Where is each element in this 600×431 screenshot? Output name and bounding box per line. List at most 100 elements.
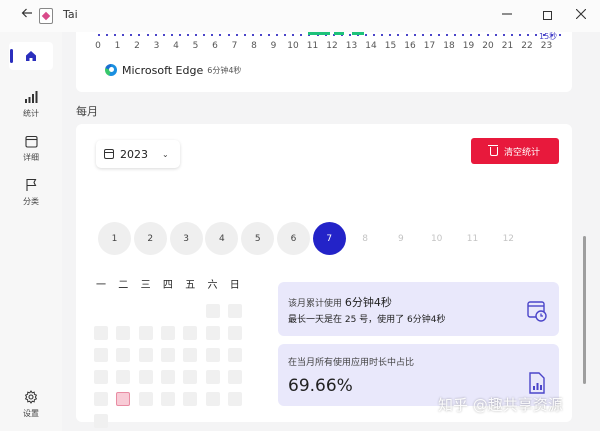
grid-dot xyxy=(227,34,230,36)
back-button[interactable] xyxy=(18,7,36,25)
grid-dot xyxy=(284,34,287,36)
calendar-day-cell[interactable] xyxy=(183,392,198,406)
grid-dot xyxy=(178,34,181,36)
calendar-day-cell[interactable] xyxy=(94,348,108,362)
calendar-day-cell[interactable] xyxy=(160,370,175,384)
calendar-day-cell[interactable] xyxy=(227,304,242,318)
trash-icon xyxy=(487,144,498,156)
calendar-day-cell[interactable] xyxy=(205,326,220,340)
ratio-value: 69.66% xyxy=(288,376,353,396)
month-button-10[interactable]: 10 xyxy=(420,222,453,255)
grid-dot xyxy=(243,34,246,36)
calendar-day-cell[interactable] xyxy=(138,326,153,340)
title-bar: Tai xyxy=(0,0,600,32)
sidebar-item-detail[interactable]: 详细 xyxy=(0,132,62,163)
month-button-12[interactable]: 12 xyxy=(492,222,525,255)
calendar-day-cell[interactable] xyxy=(183,370,198,384)
app-item[interactable]: Microsoft Edge 6分钟4秒 xyxy=(105,63,241,77)
calendar-day-cell[interactable] xyxy=(160,326,175,340)
month-button-5[interactable]: 5 xyxy=(241,222,275,255)
month-button-1[interactable]: 1 xyxy=(98,222,131,255)
edge-browser-icon xyxy=(105,64,117,76)
calendar-day-cell[interactable] xyxy=(94,392,108,406)
month-button-7[interactable]: 7 xyxy=(312,222,346,255)
sidebar-item-category[interactable]: 分类 xyxy=(0,176,62,207)
hour-tick-label: 9 xyxy=(270,41,277,51)
grid-dot xyxy=(446,34,449,36)
monthly-total: 该月累计使用 6分钟4秒 xyxy=(288,294,392,310)
grid-dot xyxy=(454,34,457,36)
calendar-day-cell[interactable] xyxy=(138,392,153,406)
window-title: Tai xyxy=(63,8,78,21)
hour-tick-label: 7 xyxy=(231,41,238,51)
calendar-day-cell[interactable] xyxy=(227,326,242,340)
calendar-day-cell[interactable] xyxy=(205,304,220,318)
calendar-day-cell[interactable] xyxy=(94,370,108,384)
grid-dot xyxy=(154,34,157,36)
month-button-6[interactable]: 6 xyxy=(277,222,310,255)
year-dropdown[interactable]: 2023 ⌄ xyxy=(96,140,180,168)
hour-tick-label: 2 xyxy=(134,41,140,51)
grid-dot xyxy=(478,34,481,36)
grid-dot xyxy=(98,34,100,36)
calendar-day-cell[interactable] xyxy=(94,414,108,428)
monthly-total-value: 6分钟4秒 xyxy=(344,296,392,309)
grid-dot xyxy=(106,34,109,36)
calendar-day-cell[interactable] xyxy=(116,370,131,384)
calendar-day-cell[interactable] xyxy=(116,348,131,362)
month-button-11[interactable]: 11 xyxy=(456,222,489,255)
app-logo-icon xyxy=(39,8,53,24)
sidebar-item-home[interactable] xyxy=(0,42,62,70)
grid-dot xyxy=(494,34,497,36)
section-title: 每月 xyxy=(76,105,98,118)
hourly-chart-card: 15秒 0 1 2 3 4 5 6 7 8 9 10 11 12 13 14 15 16 17 18 19 20 21 22… xyxy=(76,32,572,92)
grid-dot xyxy=(373,34,376,36)
grid-dot xyxy=(486,34,489,36)
hour-tick-label: 17 xyxy=(423,41,436,51)
sidebar-item-label: 分类 xyxy=(23,197,39,206)
hour-tick-label: 12 xyxy=(326,41,338,51)
grid-dot xyxy=(518,34,521,36)
calendar-day-cell[interactable] xyxy=(183,326,198,340)
clear-stats-button[interactable]: 清空统计 xyxy=(471,138,559,164)
weekday-label: 二 xyxy=(118,280,129,291)
month-selector: 1 2 3 4 5 6 7 8 9 10 11 12 xyxy=(98,222,558,256)
month-button-8[interactable]: 8 xyxy=(349,222,382,255)
hour-tick-label: 15 xyxy=(384,41,397,51)
maximize-icon xyxy=(542,11,552,20)
calendar-day-cell[interactable] xyxy=(227,370,242,384)
hourly-usage-bar xyxy=(308,32,330,35)
grid-dot xyxy=(138,34,141,36)
flag-icon xyxy=(25,178,36,191)
calendar-day-cell[interactable] xyxy=(183,348,198,362)
month-button-9[interactable]: 9 xyxy=(384,222,417,255)
grid-dot xyxy=(397,34,400,36)
calendar-day-cell[interactable] xyxy=(205,392,220,406)
calendar-day-cell[interactable] xyxy=(205,348,220,362)
calendar-day-cell[interactable] xyxy=(160,392,175,406)
monthly-total-card: 该月累计使用 6分钟4秒 最长一天是在 25 号，使用了 6分钟4秒 xyxy=(278,282,559,336)
longest-day-text: 最长一天是在 25 号，使用了 6分钟4秒 xyxy=(288,315,446,325)
calendar-day-cell[interactable] xyxy=(138,348,153,362)
close-button[interactable] xyxy=(558,0,600,30)
grid-dot xyxy=(203,34,206,36)
calendar-day-cell[interactable] xyxy=(227,392,242,406)
month-button-2[interactable]: 2 xyxy=(133,222,167,255)
sidebar-item-settings[interactable]: 设置 xyxy=(0,388,62,419)
month-button-3[interactable]: 3 xyxy=(169,222,203,255)
calendar-icon xyxy=(104,149,114,159)
sidebar-item-stats[interactable]: 统计 xyxy=(0,88,62,119)
calendar-day-cell[interactable] xyxy=(116,392,131,406)
hour-tick-label: 19 xyxy=(462,41,475,51)
calendar-day-cell[interactable] xyxy=(160,348,175,362)
calendar-day-cell[interactable] xyxy=(227,348,242,362)
month-button-4[interactable]: 4 xyxy=(205,222,239,255)
calendar-day-cell[interactable] xyxy=(116,326,131,340)
calendar-day-cell[interactable] xyxy=(205,370,220,384)
calendar-day-cell[interactable] xyxy=(94,326,108,340)
grid-dot xyxy=(365,34,368,36)
grid-dot xyxy=(146,34,149,36)
calendar-day-cell[interactable] xyxy=(138,370,153,384)
grid-dot xyxy=(130,34,133,36)
vertical-scrollbar[interactable] xyxy=(583,236,586,384)
